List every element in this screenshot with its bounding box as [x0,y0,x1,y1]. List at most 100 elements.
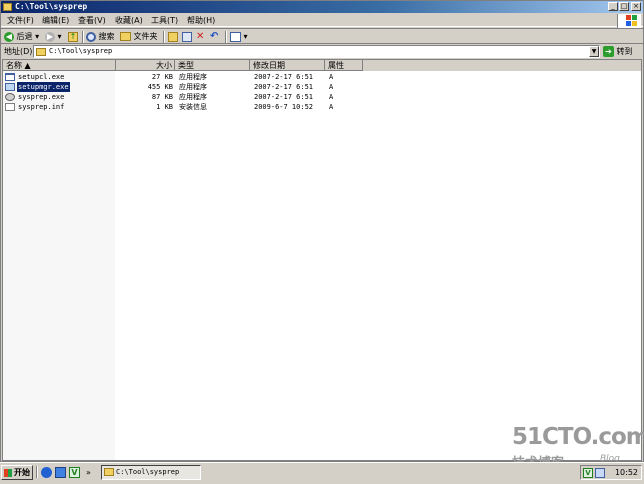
show-desktop-icon[interactable] [55,467,66,478]
maximize-button[interactable]: □ [619,2,629,11]
views-grid-icon [230,31,241,42]
menu-edit[interactable]: 编辑(E) [42,15,69,26]
windows-logo-icon [617,14,641,28]
file-type: 安装信息 [179,103,207,111]
address-bar: 地址(D) C:\Tool\sysprep ▼ ➔ 转到 [1,44,643,59]
menu-file[interactable]: 文件(F) [7,15,34,26]
folder-icon [3,3,12,11]
file-attributes: A [329,103,334,111]
file-row[interactable]: sysprep.exe 87 KB 应用程序 2007-2-17 6:51 A [3,92,641,102]
start-label: 开始 [14,468,30,477]
window-title: C:\Tool\sysprep [15,2,88,11]
menu-help[interactable]: 帮助(H) [187,15,215,26]
folder-icon [104,468,114,476]
address-dropdown-button[interactable]: ▼ [589,46,599,57]
back-arrow-icon: ◀ [4,31,14,42]
internet-explorer-icon[interactable] [41,467,52,478]
file-type: 应用程序 [179,93,207,101]
toolbar-separator [163,31,165,43]
up-folder-icon: ↑ [68,31,78,42]
minimize-button[interactable]: _ [608,2,618,11]
delete-button[interactable]: ✕ [196,30,204,43]
column-header-modified[interactable]: 修改日期 [250,60,325,71]
menu-tools[interactable]: 工具(T) [151,15,178,26]
file-row[interactable]: setupmgr.exe 455 KB 应用程序 2007-2-17 6:51 … [3,81,641,93]
column-header-name[interactable]: 名称 ▲ [3,60,116,71]
search-label: 搜索 [98,32,115,41]
chevron-right-icon[interactable]: » [86,467,97,478]
document-icon [5,103,15,111]
search-icon [86,31,96,42]
forward-arrow-icon: ▶ [45,31,55,42]
go-label: 转到 [616,47,633,56]
menu-bar: 文件(F) 编辑(E) 查看(V) 收藏(A) 工具(T) 帮助(H) [1,14,643,27]
title-bar[interactable]: C:\Tool\sysprep _ □ × [1,1,643,13]
taskbar-separator [36,466,38,478]
exe-setup-icon [5,83,15,91]
start-button[interactable]: 开始 [1,465,33,480]
file-list[interactable]: 名称 ▲ 大小 类型 修改日期 属性 setupcl.exe 27 KB 应用程… [2,59,642,461]
back-button[interactable]: ◀ 后退 ▾ [4,30,39,43]
exe-window-icon [5,73,15,81]
address-value: C:\Tool\sysprep [49,47,113,55]
copy-to-icon [182,31,192,42]
search-button[interactable]: 搜索 [86,30,115,43]
file-name: sysprep.exe [18,93,65,101]
file-attributes: A [329,73,334,81]
windows-flag-icon [4,469,12,477]
file-size: 455 KB [147,83,173,91]
taskbar-window-button[interactable]: C:\Tool\sysprep [101,465,201,480]
column-header-type[interactable]: 类型 [175,60,250,71]
file-row[interactable]: setupcl.exe 27 KB 应用程序 2007-2-17 6:51 A [3,72,641,82]
chevron-down-icon[interactable]: ▾ [35,32,39,41]
file-modified: 2009-6-7 10:52 [254,103,314,111]
menu-favorites[interactable]: 收藏(A) [115,15,143,26]
file-row[interactable]: sysprep.inf 1 KB 安装信息 2009-6-7 10:52 A [3,102,641,112]
vmware-icon[interactable]: V [69,467,80,478]
column-header-size[interactable]: 大小 [116,60,175,71]
file-size: 1 KB [156,103,173,111]
go-button[interactable]: ➔ 转到 [603,45,633,58]
column-header-attributes[interactable]: 属性 [325,60,363,71]
folders-label: 文件夹 [133,32,158,41]
forward-button[interactable]: ▶ ▾ [45,30,62,43]
vmware-tray-icon[interactable]: V [583,468,593,478]
watermark-brand: 51CTO.com [512,424,644,450]
file-modified: 2007-2-17 6:51 [254,93,314,101]
file-name: setupmgr.exe [16,81,71,93]
chevron-down-icon[interactable]: ▾ [58,32,62,41]
chevron-down-icon[interactable]: ▾ [244,32,248,41]
file-size: 87 KB [151,93,173,101]
file-size: 27 KB [151,73,173,81]
move-to-button[interactable] [168,30,178,43]
toolbar: ◀ 后退 ▾ ▶ ▾ ↑ 搜索 文件夹 ✕ ↶ ▾ [1,28,643,44]
file-attributes: A [329,93,334,101]
close-button[interactable]: × [631,2,641,11]
chevron-down-icon: ▼ [591,48,597,55]
folders-button[interactable]: 文件夹 [120,30,158,43]
address-input[interactable]: C:\Tool\sysprep ▼ [33,45,600,58]
file-type: 应用程序 [179,83,207,91]
file-type: 应用程序 [179,73,207,81]
system-tray: V 10:52 [580,465,642,480]
up-folder-button[interactable]: ↑ [68,30,78,43]
file-name: sysprep.inf [18,103,65,111]
file-attributes: A [329,83,334,91]
views-button[interactable]: ▾ [230,30,248,43]
taskbar: 开始 V » C:\Tool\sysprep V 10:52 [0,462,644,484]
column-headers: 名称 ▲ 大小 类型 修改日期 属性 [3,60,641,71]
file-modified: 2007-2-17 6:51 [254,83,314,91]
undo-button[interactable]: ↶ [210,30,218,43]
copy-to-button[interactable] [182,30,192,43]
clock[interactable]: 10:52 [615,466,638,479]
network-icon[interactable] [595,468,605,478]
address-label: 地址(D) [4,47,33,56]
toolbar-separator [225,31,227,43]
file-name: setupcl.exe [18,73,65,81]
toolbar-separator [82,31,84,43]
folder-icon [36,48,46,56]
folder-icon [120,32,131,41]
go-arrow-icon: ➔ [603,46,614,57]
menu-view[interactable]: 查看(V) [78,15,106,26]
back-label: 后退 [16,32,33,41]
